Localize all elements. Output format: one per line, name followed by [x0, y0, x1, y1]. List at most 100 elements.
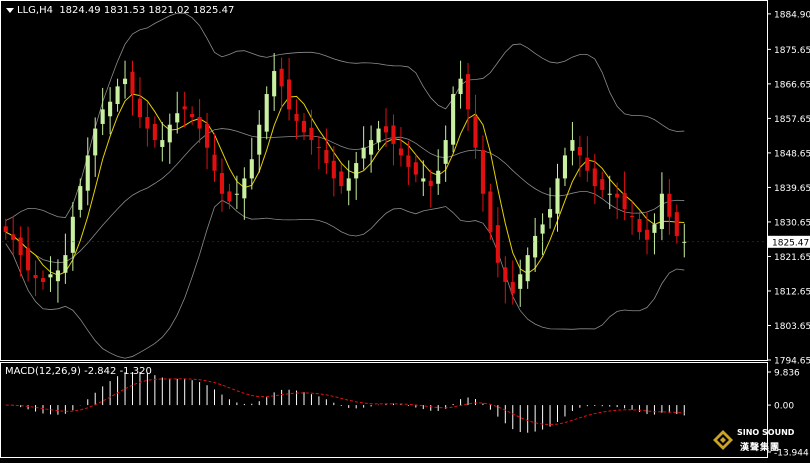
- bear-candle: [26, 248, 31, 271]
- bull-candle: [451, 94, 456, 145]
- bear-candle: [145, 117, 150, 129]
- macd-info-line: MACD(12,26,9) -2.842 -1.320: [5, 366, 152, 377]
- logo-name-cn: 漢聲集團: [740, 443, 781, 453]
- bull-candle: [108, 101, 113, 117]
- bull-candle: [443, 140, 448, 164]
- bear-candle: [413, 162, 418, 175]
- price-tick-label: 1848.65: [774, 149, 810, 159]
- bull-candle: [548, 209, 553, 218]
- bear-candle: [339, 171, 344, 187]
- bollinger-middle: [5, 128, 685, 264]
- bear-candle: [309, 127, 314, 141]
- bear-candle: [503, 267, 508, 282]
- low-value: 1821.02: [148, 5, 190, 16]
- bear-candle: [190, 113, 195, 118]
- candles: [3, 53, 687, 307]
- bear-candle: [130, 71, 135, 95]
- bull-candle: [272, 71, 277, 97]
- macd-tick-label: 0.00: [774, 402, 794, 412]
- bear-candle: [667, 193, 672, 217]
- macd-histogram: [5, 372, 685, 433]
- bear-candle: [227, 191, 232, 202]
- bear-candle: [674, 212, 679, 236]
- bull-candle: [570, 140, 575, 151]
- bear-candle: [592, 168, 597, 187]
- price-tick-label: 1830.65: [774, 218, 810, 228]
- bear-candle: [205, 123, 210, 148]
- macd-value-2: -1.320: [119, 366, 152, 377]
- chart-window[interactable]: 1884.90 1875.65 1866.65 1857.65 1848.65 1839.…: [0, 0, 810, 459]
- bull-candle: [376, 128, 381, 143]
- price-tick-label: 1839.65: [774, 184, 810, 194]
- bull-candle: [93, 128, 98, 156]
- bear-candle: [495, 225, 500, 263]
- bear-candle: [391, 125, 396, 144]
- bull-candle: [70, 216, 75, 253]
- bear-candle: [18, 237, 23, 256]
- bull-candle: [85, 155, 90, 191]
- bear-candle: [488, 191, 493, 233]
- bull-candle: [436, 170, 441, 184]
- bull-candle: [167, 124, 172, 143]
- bear-candle: [197, 117, 202, 129]
- bear-candle: [398, 148, 403, 156]
- bull-candle: [115, 86, 120, 105]
- dropdown-arrow-icon[interactable]: [6, 7, 14, 13]
- bear-candle: [406, 155, 411, 167]
- bear-candle: [637, 219, 642, 233]
- bear-candle: [630, 215, 635, 217]
- bear-candle: [615, 193, 620, 198]
- bear-candle: [33, 275, 38, 279]
- bear-candle: [219, 173, 225, 194]
- bull-candle: [175, 113, 180, 123]
- bull-candle: [264, 94, 269, 132]
- bear-candle: [577, 146, 582, 156]
- bull-candle: [55, 270, 60, 282]
- bull-candle: [160, 140, 165, 147]
- price-tick-label: 1875.65: [774, 46, 810, 56]
- bear-candle: [212, 154, 217, 171]
- bear-candle: [428, 180, 433, 187]
- bull-candle: [555, 178, 560, 214]
- bull-candle: [242, 178, 247, 199]
- bear-candle: [622, 192, 627, 210]
- moving-average-line: [5, 93, 685, 276]
- logo-name-en: SINO SOUND: [737, 428, 795, 437]
- bull-candle: [78, 186, 83, 210]
- bear-candle: [585, 157, 590, 171]
- bear-candle: [3, 226, 8, 233]
- price-axis: 1884.90 1875.65 1866.65 1857.65 1848.65 1839.…: [2, 10, 810, 367]
- bear-candle: [383, 126, 389, 133]
- bear-candle: [465, 74, 471, 110]
- price-tick-label: 1857.65: [774, 115, 810, 125]
- bull-candle: [533, 235, 538, 258]
- bull-candle: [361, 147, 366, 159]
- bull-candle: [346, 178, 351, 191]
- price-tick-label: 1803.65: [774, 322, 810, 332]
- bear-candle: [644, 229, 650, 240]
- bear-candle: [137, 98, 142, 118]
- chart-info-line: LLG,H4 1824.49 1831.53 1821.02 1825.47: [6, 5, 234, 16]
- bull-candle: [458, 78, 463, 95]
- ma-line: [5, 93, 685, 276]
- chart-canvas[interactable]: 1884.90 1875.65 1866.65 1857.65 1848.65 1839.…: [0, 0, 810, 459]
- bear-candle: [331, 160, 336, 179]
- bollinger-upper: [5, 12, 685, 221]
- bollinger-bands: [5, 12, 685, 359]
- bull-candle: [249, 159, 254, 179]
- bear-candle: [279, 68, 284, 87]
- bull-candle: [540, 224, 545, 234]
- bull-candle: [354, 163, 359, 179]
- bear-candle: [182, 106, 187, 110]
- price-tick-label: 1812.65: [774, 287, 810, 297]
- high-value: 1831.53: [103, 5, 146, 16]
- bear-candle: [510, 281, 515, 294]
- close-value: 1825.47: [192, 5, 235, 16]
- bear-candle: [473, 116, 478, 148]
- macd-tick-label: 9.836: [774, 369, 800, 379]
- bull-candle: [48, 274, 53, 278]
- logo-diamond-icon: [713, 430, 733, 450]
- bear-candle: [152, 123, 157, 141]
- bull-candle: [518, 274, 523, 289]
- bear-candle: [316, 146, 321, 148]
